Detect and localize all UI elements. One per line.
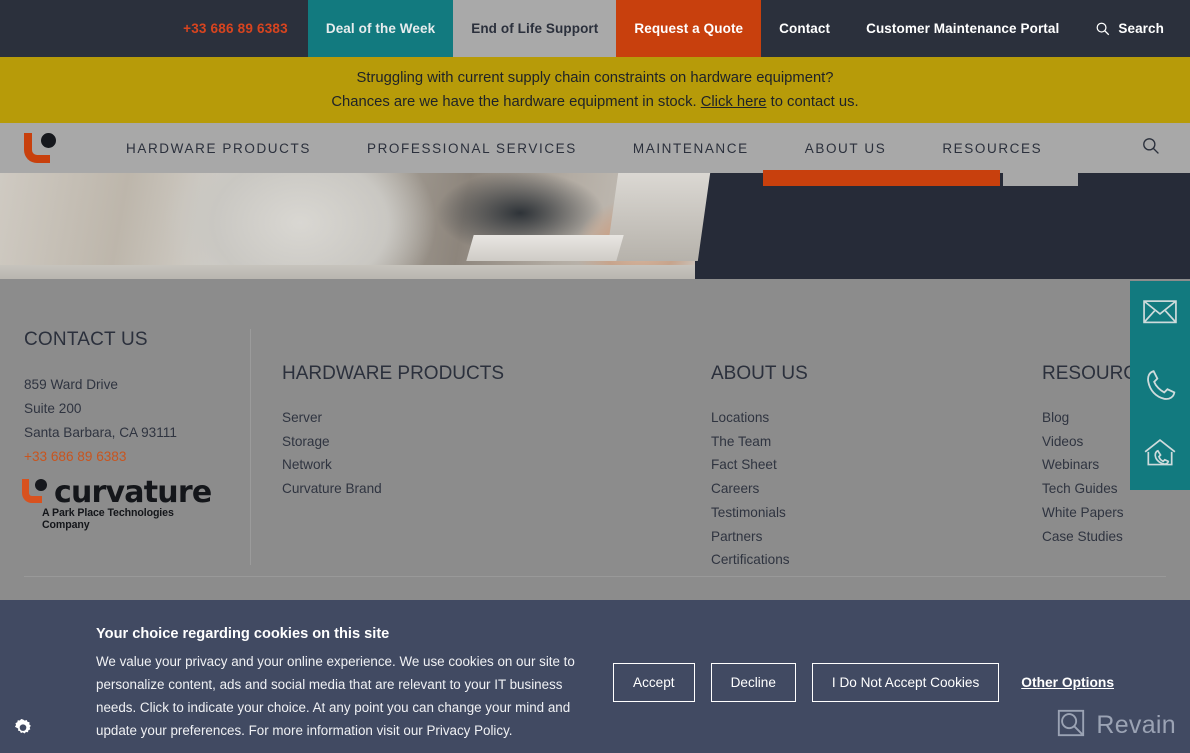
footer-column-about-us: ABOUT US Locations The Team Fact Sheet C… [711,363,808,572]
nav-item-hardware-products[interactable]: HARDWARE PRODUCTS [98,141,339,156]
footer-link-careers[interactable]: Careers [711,477,808,501]
hero-strip [0,173,1190,279]
main-navigation-bar: HARDWARE PRODUCTS PROFESSIONAL SERVICES … [0,123,1190,173]
footer-link-server[interactable]: Server [282,406,504,430]
footer-link-the-team[interactable]: The Team [711,430,808,454]
hero-form-submit-button[interactable] [763,170,1000,186]
revain-logo-icon [1056,708,1086,743]
promo-text-before: Chances are we have the hardware equipme… [331,94,701,110]
logo-dot-shape [41,133,56,148]
footer-link-network[interactable]: Network [282,453,504,477]
footer-logo-dot-shape [35,479,47,491]
revain-label: Revain [1096,711,1176,739]
top-utility-bar: +33 686 89 6383 Deal of the Week End of … [0,0,1190,57]
nav-item-maintenance[interactable]: MAINTENANCE [605,141,777,156]
hero-photo-keyboard [0,173,711,279]
decline-cookies-button[interactable]: Decline [710,663,796,702]
accept-cookies-button[interactable]: Accept [613,663,695,702]
topbar-item-customer-maintenance-portal[interactable]: Customer Maintenance Portal [848,0,1077,57]
other-options-link[interactable]: Other Options [1021,675,1114,690]
email-icon[interactable] [1143,299,1177,333]
topbar-item-deal-of-the-week[interactable]: Deal of the Week [307,0,454,57]
footer-column-heading: ABOUT US [711,363,808,384]
cookie-banner-actions: Accept Decline I Do Not Accept Cookies O… [613,663,1114,702]
topbar-search-label: Search [1118,21,1164,36]
footer-curvature-logo[interactable]: curvature A Park Place Technologies Comp… [22,475,222,531]
site-footer: CONTACT US 859 Ward Drive Suite 200 Sant… [0,279,1190,600]
footer-link-locations[interactable]: Locations [711,406,808,430]
topbar-item-contact[interactable]: Contact [761,0,848,57]
promo-click-here-link[interactable]: Click here [701,94,767,110]
cookie-banner-title: Your choice regarding cookies on this si… [96,626,390,642]
footer-link-fact-sheet[interactable]: Fact Sheet [711,453,808,477]
promo-line-1: Struggling with current supply chain con… [356,70,834,86]
footer-link-case-studies[interactable]: Case Studies [1042,525,1162,549]
footer-vertical-divider [250,329,251,565]
footer-phone-link[interactable]: +33 686 89 6383 [24,445,250,469]
revain-watermark: Revain [1056,708,1176,743]
promo-banner: Struggling with current supply chain con… [0,57,1190,123]
hero-monitor-shape [605,173,711,261]
cookie-banner-body: We value your privacy and your online ex… [96,654,575,738]
main-nav-links: HARDWARE PRODUCTS PROFESSIONAL SERVICES … [98,141,1141,156]
footer-column-hardware-products: HARDWARE PRODUCTS Server Storage Network… [282,363,504,501]
search-icon [1095,21,1110,36]
footer-column-heading: HARDWARE PRODUCTS [282,363,505,384]
footer-address-line-1: 859 Ward Drive [24,377,118,392]
hero-form-field[interactable] [1003,170,1078,186]
topbar-item-end-of-life-support[interactable]: End of Life Support [453,0,617,57]
footer-link-testimonials[interactable]: Testimonials [711,501,808,525]
phone-icon[interactable] [1143,368,1177,402]
footer-logo-mark [22,479,48,503]
footer-link-partners[interactable]: Partners [711,525,808,549]
footer-horizontal-divider [24,576,1166,577]
footer-address-line-3: Santa Barbara, CA 93111 [24,425,177,440]
nav-item-professional-services[interactable]: PROFESSIONAL SERVICES [339,141,605,156]
search-icon [1141,136,1160,160]
topbar-item-request-a-quote[interactable]: Request a Quote [616,0,762,57]
do-not-accept-cookies-button[interactable]: I Do Not Accept Cookies [811,663,1000,702]
hero-keyboard-shape [466,235,624,261]
promo-text-after: to contact us. [766,94,859,110]
footer-link-curvature-brand[interactable]: Curvature Brand [282,477,504,501]
home-service-icon[interactable] [1143,438,1177,472]
footer-link-storage[interactable]: Storage [282,430,504,454]
footer-logo-wordmark: curvature [54,475,212,510]
nav-item-resources[interactable]: RESOURCES [914,141,1070,156]
curvature-logo[interactable] [24,133,58,163]
footer-link-certifications[interactable]: Certifications [711,548,808,572]
footer-contact-heading: CONTACT US [24,329,148,350]
footer-address-line-2: Suite 200 [24,401,82,416]
topbar-phone-link[interactable]: +33 686 89 6383 [163,0,308,57]
footer-logo-tagline: A Park Place Technologies Company [42,507,174,531]
main-nav-search-button[interactable] [1141,136,1160,160]
floating-contact-widget [1130,281,1190,490]
nav-item-about-us[interactable]: ABOUT US [777,141,915,156]
promo-line-2: Chances are we have the hardware equipme… [331,90,858,114]
topbar-search-button[interactable]: Search [1077,0,1190,57]
footer-contact-block: CONTACT US 859 Ward Drive Suite 200 Sant… [24,329,250,469]
footer-link-white-papers[interactable]: White Papers [1042,501,1162,525]
gear-icon[interactable] [12,718,34,740]
